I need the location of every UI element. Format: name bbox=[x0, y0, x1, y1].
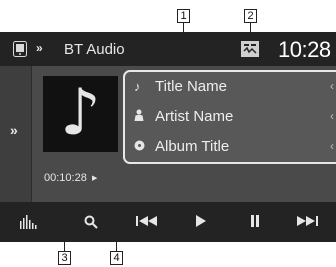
play-button[interactable] bbox=[186, 202, 216, 242]
top-bar: » BT Audio 10:28 bbox=[0, 32, 336, 66]
music-note-icon: ♪ bbox=[134, 79, 141, 94]
track-album: Album Title bbox=[155, 138, 230, 155]
callout-2: 2 bbox=[244, 9, 257, 23]
disc-icon bbox=[134, 139, 145, 154]
music-note-icon: ♪ bbox=[60, 76, 101, 150]
title-row[interactable]: ♪ Title Name ‹ bbox=[125, 73, 336, 103]
next-track-button[interactable] bbox=[292, 202, 322, 242]
phone-source-icon[interactable] bbox=[13, 41, 27, 57]
elapsed-time: 00:10:28 bbox=[44, 172, 87, 184]
skip-next-icon bbox=[297, 216, 318, 226]
skip-previous-icon bbox=[136, 216, 157, 226]
bt-device-status-icon bbox=[240, 39, 260, 59]
callout-4: 4 bbox=[110, 251, 123, 265]
side-panel-expand-button[interactable]: » bbox=[0, 66, 32, 202]
search-button[interactable] bbox=[76, 202, 106, 242]
artist-row[interactable]: Artist Name ‹ bbox=[125, 103, 336, 133]
equalizer-icon bbox=[20, 215, 37, 229]
chevron-left-icon: ‹ bbox=[330, 79, 334, 93]
pause-icon bbox=[251, 215, 259, 227]
bt-audio-screen: » BT Audio 10:28 » ♪ 00:10:28 ▶ ♪ Title … bbox=[0, 32, 336, 242]
double-chevron-right-icon: » bbox=[10, 122, 18, 138]
track-title: Title Name bbox=[155, 78, 227, 95]
person-icon bbox=[134, 109, 144, 124]
callout-1: 1 bbox=[177, 9, 190, 23]
search-icon bbox=[84, 215, 98, 229]
source-title: BT Audio bbox=[64, 41, 125, 58]
double-chevron-right-icon[interactable]: » bbox=[36, 41, 43, 55]
equalizer-button[interactable] bbox=[14, 202, 44, 242]
track-artist: Artist Name bbox=[155, 108, 234, 125]
playback-controls bbox=[0, 202, 336, 242]
album-row[interactable]: Album Title ‹ bbox=[125, 133, 336, 163]
play-status-icon: ▶ bbox=[92, 175, 98, 182]
chevron-left-icon: ‹ bbox=[330, 139, 334, 153]
previous-track-button[interactable] bbox=[132, 202, 162, 242]
clock: 10:28 bbox=[278, 37, 331, 62]
pause-button[interactable] bbox=[240, 202, 270, 242]
chevron-left-icon: ‹ bbox=[330, 109, 334, 123]
callout-3: 3 bbox=[58, 251, 71, 265]
album-art: ♪ bbox=[43, 76, 118, 152]
track-info-panel: ♪ Title Name ‹ Artist Name ‹ Album Title bbox=[123, 70, 336, 164]
play-icon bbox=[196, 215, 206, 227]
